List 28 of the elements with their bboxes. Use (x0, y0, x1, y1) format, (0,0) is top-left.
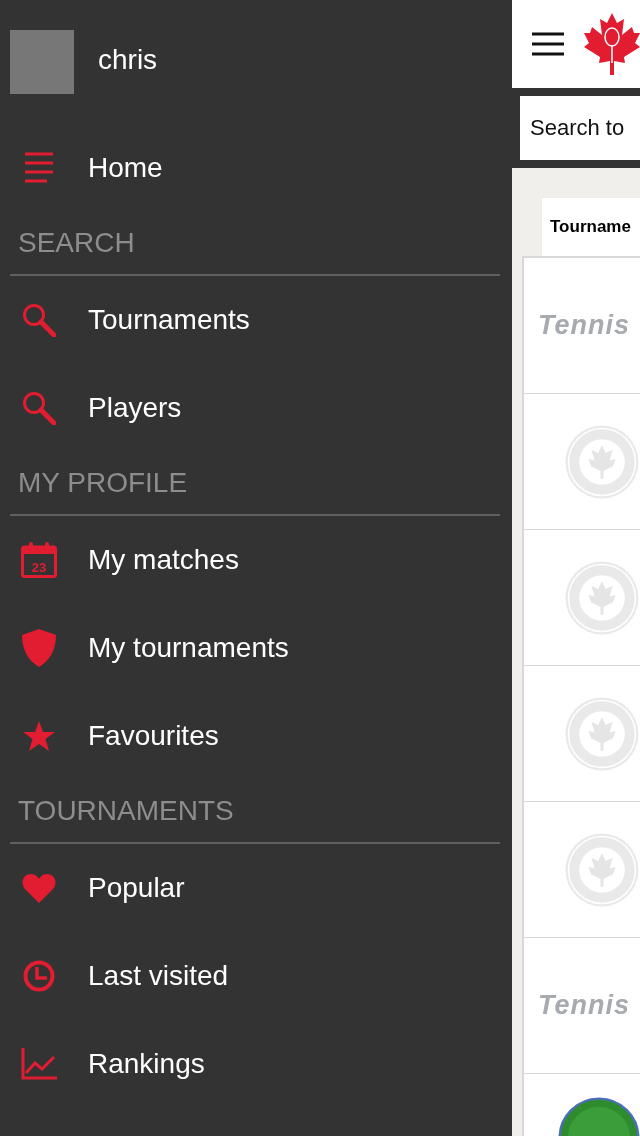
calendar-icon: 23 (21, 542, 57, 578)
menu-item[interactable]: My tournaments (88, 632, 289, 664)
menu-item[interactable]: Favourites (88, 720, 219, 752)
section-header: SEARCH (10, 212, 500, 276)
menu-item[interactable]: Last visited (88, 960, 229, 992)
menu-item[interactable]: Players (88, 392, 182, 424)
search-field[interactable]: Search to (520, 96, 640, 160)
search-icon (22, 303, 56, 337)
heart-icon (22, 873, 56, 903)
logo-wordmark: Tennis (538, 990, 630, 1021)
section-header: MY PROFILE (10, 452, 500, 516)
clock-icon (23, 960, 55, 992)
menu-item[interactable]: Home (88, 152, 163, 184)
search-icon (22, 391, 56, 425)
user-name[interactable]: chris (98, 44, 158, 76)
section-header: TOURNAMENTS (10, 780, 500, 844)
shield-icon (22, 629, 56, 667)
chart-icon (21, 1048, 57, 1080)
logo-wordmark: Tennis (538, 310, 630, 341)
list-icon (25, 152, 53, 184)
star-icon (23, 721, 55, 751)
menu-item[interactable]: My matches (88, 544, 239, 576)
menu-item[interactable]: Tournaments (88, 304, 250, 336)
column-tab[interactable]: Tourname (542, 198, 640, 256)
avatar-photo-placeholder (10, 30, 74, 94)
menu-item[interactable]: Popular (88, 872, 185, 904)
menu-icon[interactable] (532, 32, 564, 56)
menu-item[interactable]: Rankings (88, 1048, 205, 1080)
